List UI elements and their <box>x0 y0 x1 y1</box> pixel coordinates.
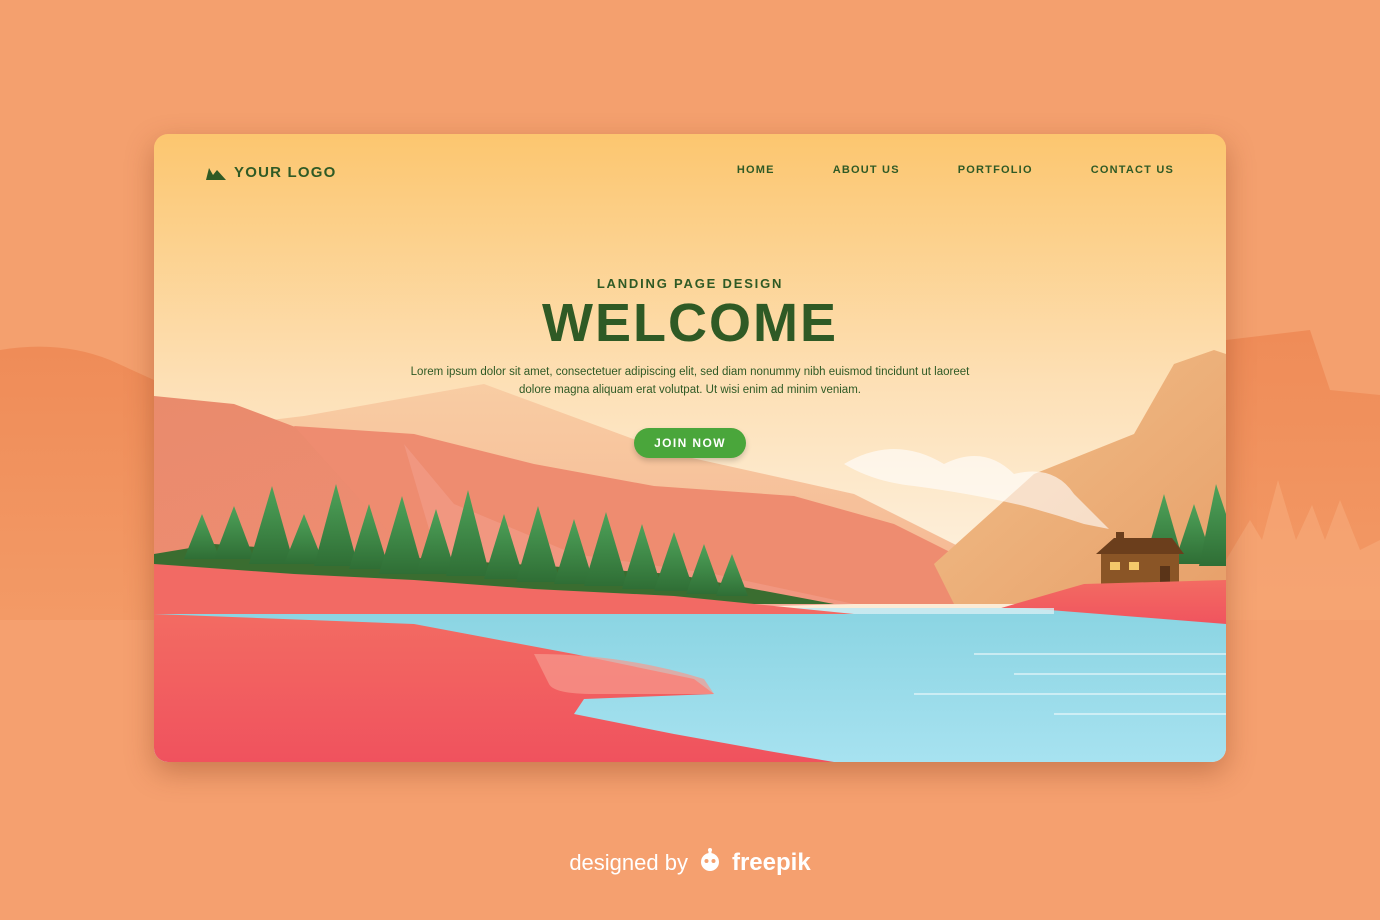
brand-logo[interactable]: YOUR LOGO <box>206 164 336 181</box>
nav-item-home[interactable]: HOME <box>737 164 775 176</box>
logo-text: YOUR LOGO <box>234 164 337 181</box>
nav-item-contact-us[interactable]: CONTACT US <box>1091 164 1174 176</box>
hero-headline: WELCOME <box>542 293 838 353</box>
mountain-logo-icon <box>206 166 226 180</box>
main-nav: HOME ABOUT US PORTFOLIO CONTACT US <box>737 164 1174 176</box>
background-hill-left <box>0 346 154 620</box>
join-now-button[interactable]: JOIN NOW <box>634 428 746 458</box>
designer-credit: designed by freepik <box>0 848 1380 878</box>
freepik-robot-icon <box>696 848 724 878</box>
credit-prefix: designed by <box>569 850 688 875</box>
hero-description: Lorem ipsum dolor sit amet, consectetuer… <box>410 366 970 396</box>
credit-brand[interactable]: freepik <box>732 849 811 877</box>
landing-page-card: YOUR LOGO HOME ABOUT US PORTFOLIO CONTAC… <box>154 134 1226 762</box>
nav-item-portfolio[interactable]: PORTFOLIO <box>958 164 1033 176</box>
hero-eyebrow: LANDING PAGE DESIGN <box>596 276 784 291</box>
hero-section: LANDING PAGE DESIGN WELCOME Lorem ipsum … <box>154 276 1226 399</box>
nav-item-about-us[interactable]: ABOUT US <box>833 164 900 176</box>
